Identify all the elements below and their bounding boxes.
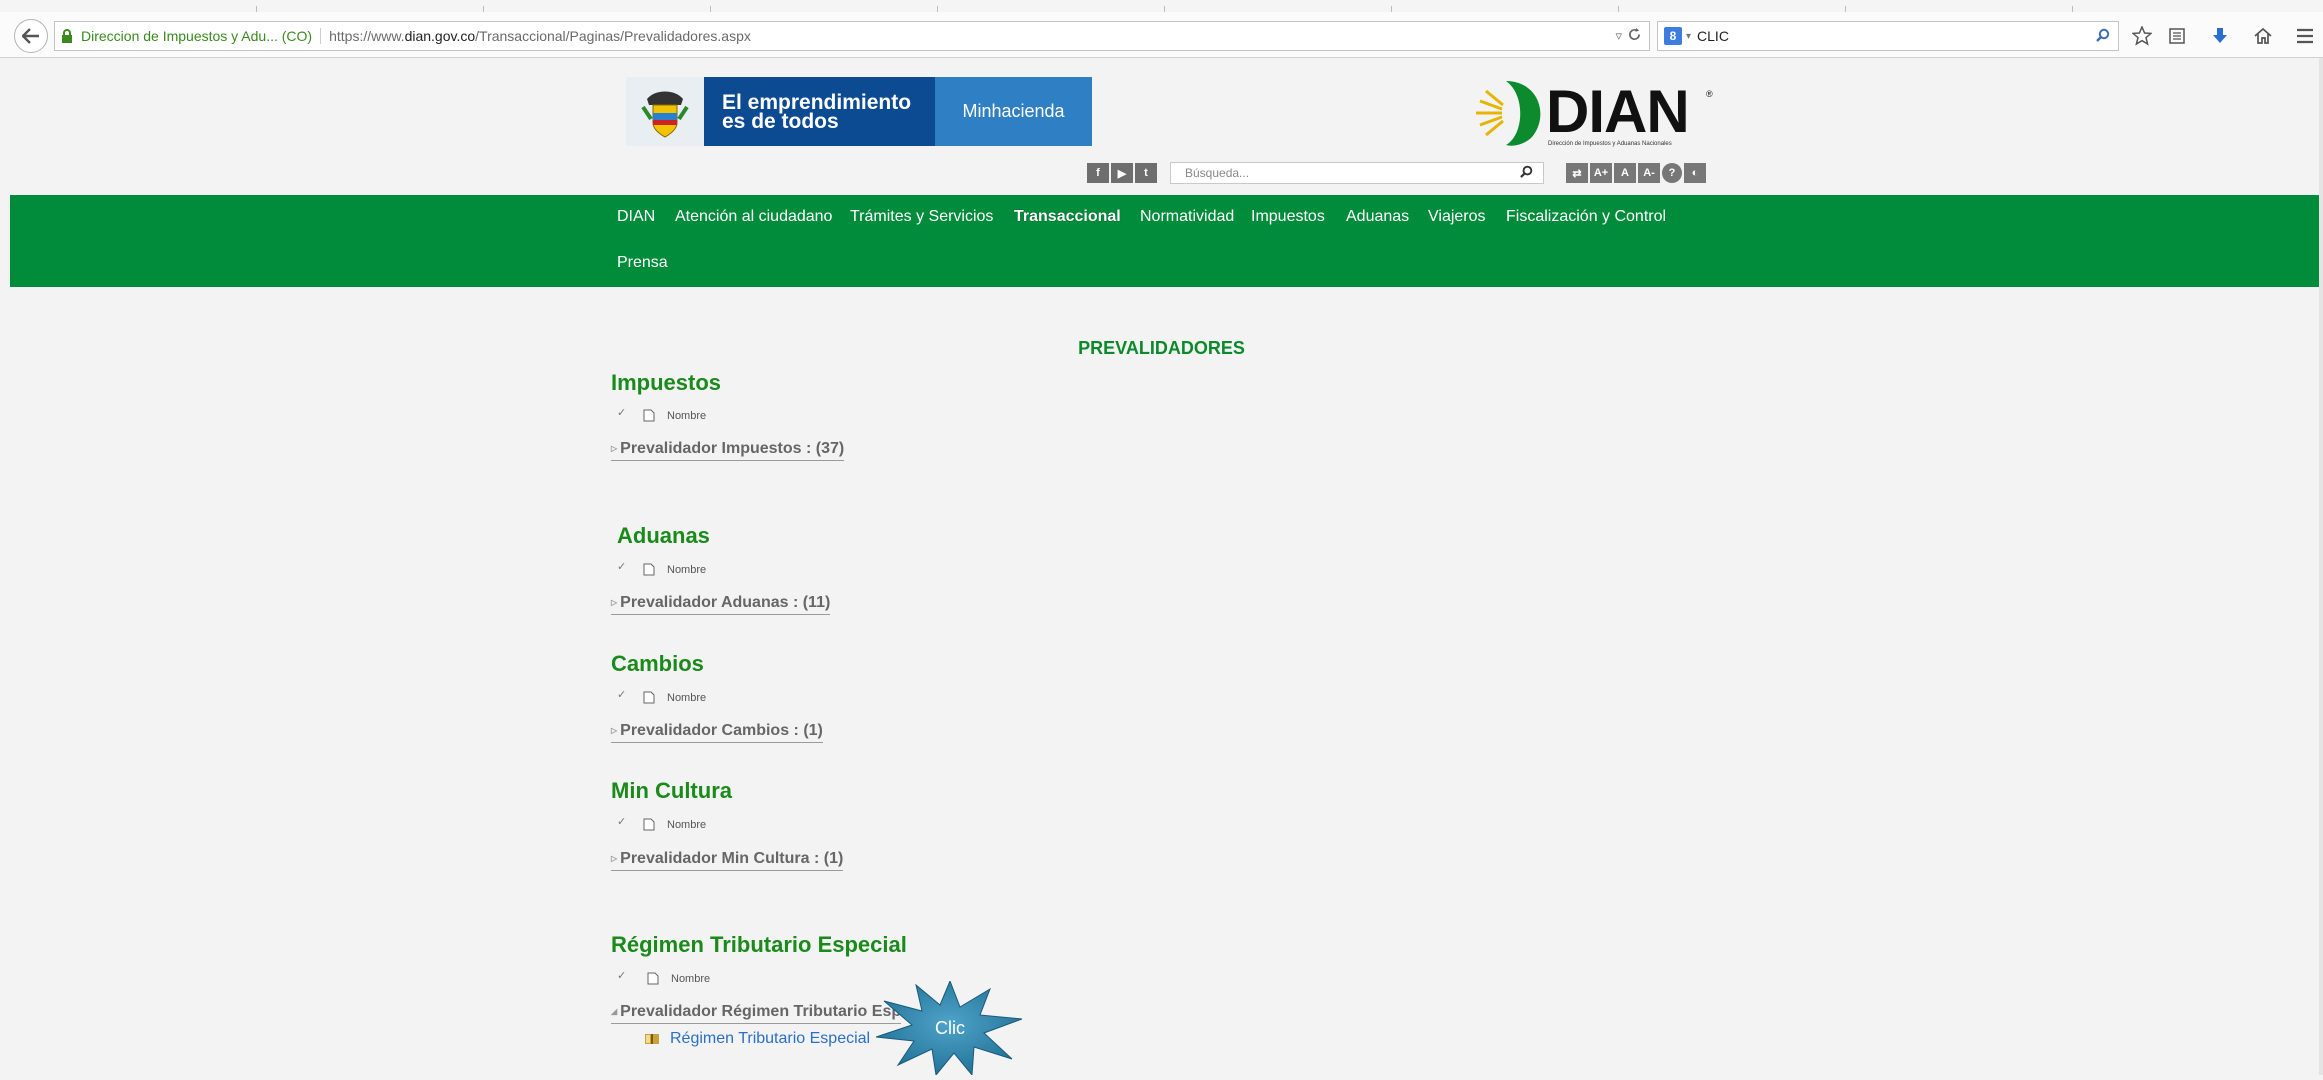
site-identity[interactable]: Direccion de Impuestos y Adu... (CO) — [81, 28, 312, 44]
colombia-crest-icon — [626, 77, 704, 146]
column-header: ✓ Nombre — [617, 560, 706, 576]
document-icon — [643, 818, 655, 831]
nav-item-atencion[interactable]: Atención al ciudadano — [675, 208, 832, 226]
bookmark-star-icon[interactable] — [2127, 22, 2157, 50]
ministry-label: Minhacienda — [935, 77, 1092, 146]
expand-triangle-icon[interactable]: ▷ — [611, 854, 617, 863]
nav-item-tramites[interactable]: Trámites y Servicios — [850, 208, 993, 226]
dian-sun-icon — [1476, 81, 1541, 146]
reading-list-icon[interactable] — [2162, 22, 2192, 50]
expand-triangle-icon[interactable]: ▷ — [611, 726, 617, 735]
checkmark-icon[interactable]: ✓ — [617, 969, 633, 982]
search-placeholder: Búsqueda... — [1185, 166, 1250, 180]
checkmark-icon[interactable]: ✓ — [617, 815, 633, 828]
google-icon[interactable]: 8 — [1664, 27, 1682, 45]
registered-mark: ® — [1706, 89, 1713, 99]
search-icon[interactable] — [1520, 165, 1533, 181]
font-decrease-button[interactable]: A- — [1638, 163, 1660, 183]
font-increase-button[interactable]: A+ — [1590, 163, 1612, 183]
site-search-input[interactable]: Búsqueda... — [1170, 162, 1544, 184]
collapse-triangle-icon[interactable]: ◢ — [611, 1007, 617, 1016]
nav-item-transaccional[interactable]: Transaccional — [1014, 208, 1121, 226]
dian-tagline: Dirección de Impuestos y Aduanas Naciona… — [1548, 141, 1672, 147]
main-nav: DIAN Atención al ciudadano Trámites y Se… — [10, 195, 2320, 287]
document-icon — [643, 563, 655, 576]
column-name-label[interactable]: Nombre — [667, 410, 706, 422]
book-icon — [645, 1034, 659, 1044]
search-icon[interactable] — [2096, 28, 2110, 45]
contrast-icon[interactable]: ◐ — [1684, 163, 1706, 183]
font-reset-button[interactable]: A — [1614, 163, 1636, 183]
group-row-regimen[interactable]: ◢ Prevalidador Régimen Tributario Esp — [611, 1003, 901, 1024]
slogan-line-2: es de todos — [722, 109, 839, 133]
nav-item-normatividad[interactable]: Normatividad — [1140, 208, 1234, 226]
search-input[interactable]: CLIC — [1697, 28, 1729, 44]
nav-item-viajeros[interactable]: Viajeros — [1428, 208, 1486, 226]
menu-icon[interactable] — [2290, 22, 2320, 50]
translate-icon[interactable]: ⇄ — [1566, 163, 1588, 183]
slogan-line-1: El emprendimiento — [722, 90, 912, 114]
file-link[interactable]: Régimen Tributario Especial — [670, 1030, 870, 1048]
address-bar[interactable]: Direccion de Impuestos y Adu... (CO) htt… — [54, 21, 1650, 51]
download-icon[interactable] — [2205, 22, 2235, 50]
tab-strip — [0, 0, 2323, 14]
twitter-icon[interactable]: t — [1135, 163, 1157, 183]
scrollbar[interactable] — [2319, 58, 2323, 1075]
column-name-label[interactable]: Nombre — [667, 819, 706, 831]
facebook-icon[interactable]: f — [1087, 163, 1109, 183]
clic-label: Clic — [935, 1017, 965, 1038]
dian-wordmark: DIAN — [1546, 78, 1690, 145]
column-header: ✓ Nombre — [617, 688, 706, 704]
checkmark-icon[interactable]: ✓ — [617, 688, 633, 701]
group-row-impuestos[interactable]: ▷ Prevalidador Impuestos : (37) — [611, 440, 845, 461]
document-icon — [647, 972, 659, 985]
column-header: ✓ Nombre — [617, 406, 706, 422]
expand-triangle-icon[interactable]: ▷ — [611, 444, 617, 453]
section-title-cambios: Cambios — [611, 651, 704, 676]
column-header: ✓ Nombre — [617, 969, 710, 985]
section-title-impuestos: Impuestos — [611, 370, 722, 395]
checkmark-icon[interactable]: ✓ — [617, 406, 633, 419]
document-icon — [643, 691, 655, 704]
back-button[interactable] — [14, 19, 48, 53]
group-row-cambios[interactable]: ▷ Prevalidador Cambios : (1) — [611, 722, 823, 743]
column-header: ✓ Nombre — [617, 815, 706, 831]
back-arrow-icon — [22, 28, 39, 44]
reload-icon[interactable] — [1628, 28, 1641, 44]
nav-item-dian[interactable]: DIAN — [617, 208, 655, 226]
section-title-min-cultura: Min Cultura — [611, 778, 732, 803]
accessibility-tools: ⇄ A+ A A- ? ◐ — [1566, 163, 1706, 183]
group-row-min-cultura[interactable]: ▷ Prevalidador Min Cultura : (1) — [611, 850, 844, 871]
nav-item-fiscalizacion[interactable]: Fiscalización y Control — [1506, 208, 1666, 226]
url-text[interactable]: https://www.dian.gov.co/Transaccional/Pa… — [329, 28, 751, 44]
government-banner[interactable]: El emprendimiento es de todos Minhaciend… — [626, 77, 1092, 146]
slogan: El emprendimiento es de todos — [704, 77, 935, 146]
browser-search-bar[interactable]: 8 ▾ CLIC — [1657, 21, 2119, 51]
home-icon[interactable] — [2248, 22, 2278, 50]
column-name-label[interactable]: Nombre — [667, 692, 706, 704]
nav-item-aduanas[interactable]: Aduanas — [1346, 208, 1409, 226]
dian-logo[interactable]: DIAN ® Dirección de Impuestos y Aduanas … — [1472, 75, 1713, 155]
file-item-regimen[interactable]: Régimen Tributario Especial — [644, 1030, 870, 1048]
section-title-regimen: Régimen Tributario Especial — [611, 932, 907, 957]
chevron-down-icon[interactable]: ▾ — [1686, 31, 1691, 42]
checkmark-icon[interactable]: ✓ — [617, 560, 633, 573]
column-name-label[interactable]: Nombre — [671, 973, 710, 985]
group-row-aduanas[interactable]: ▷ Prevalidador Aduanas : (11) — [611, 594, 831, 615]
lock-icon — [61, 28, 77, 44]
nav-item-impuestos[interactable]: Impuestos — [1251, 208, 1325, 226]
page-title: PREVALIDADORES — [1078, 338, 1245, 358]
clic-callout: Clic — [875, 979, 1024, 1077]
help-icon[interactable]: ? — [1662, 163, 1682, 183]
section-title-aduanas: Aduanas — [617, 523, 710, 548]
youtube-icon[interactable]: ▶ — [1111, 163, 1133, 183]
column-name-label[interactable]: Nombre — [667, 564, 706, 576]
nav-item-prensa[interactable]: Prensa — [617, 254, 668, 272]
dropdown-triangle-icon[interactable]: ▿ — [1615, 28, 1622, 44]
expand-triangle-icon[interactable]: ▷ — [611, 598, 617, 607]
document-icon — [643, 409, 655, 422]
social-links: f ▶ t — [1087, 163, 1157, 183]
